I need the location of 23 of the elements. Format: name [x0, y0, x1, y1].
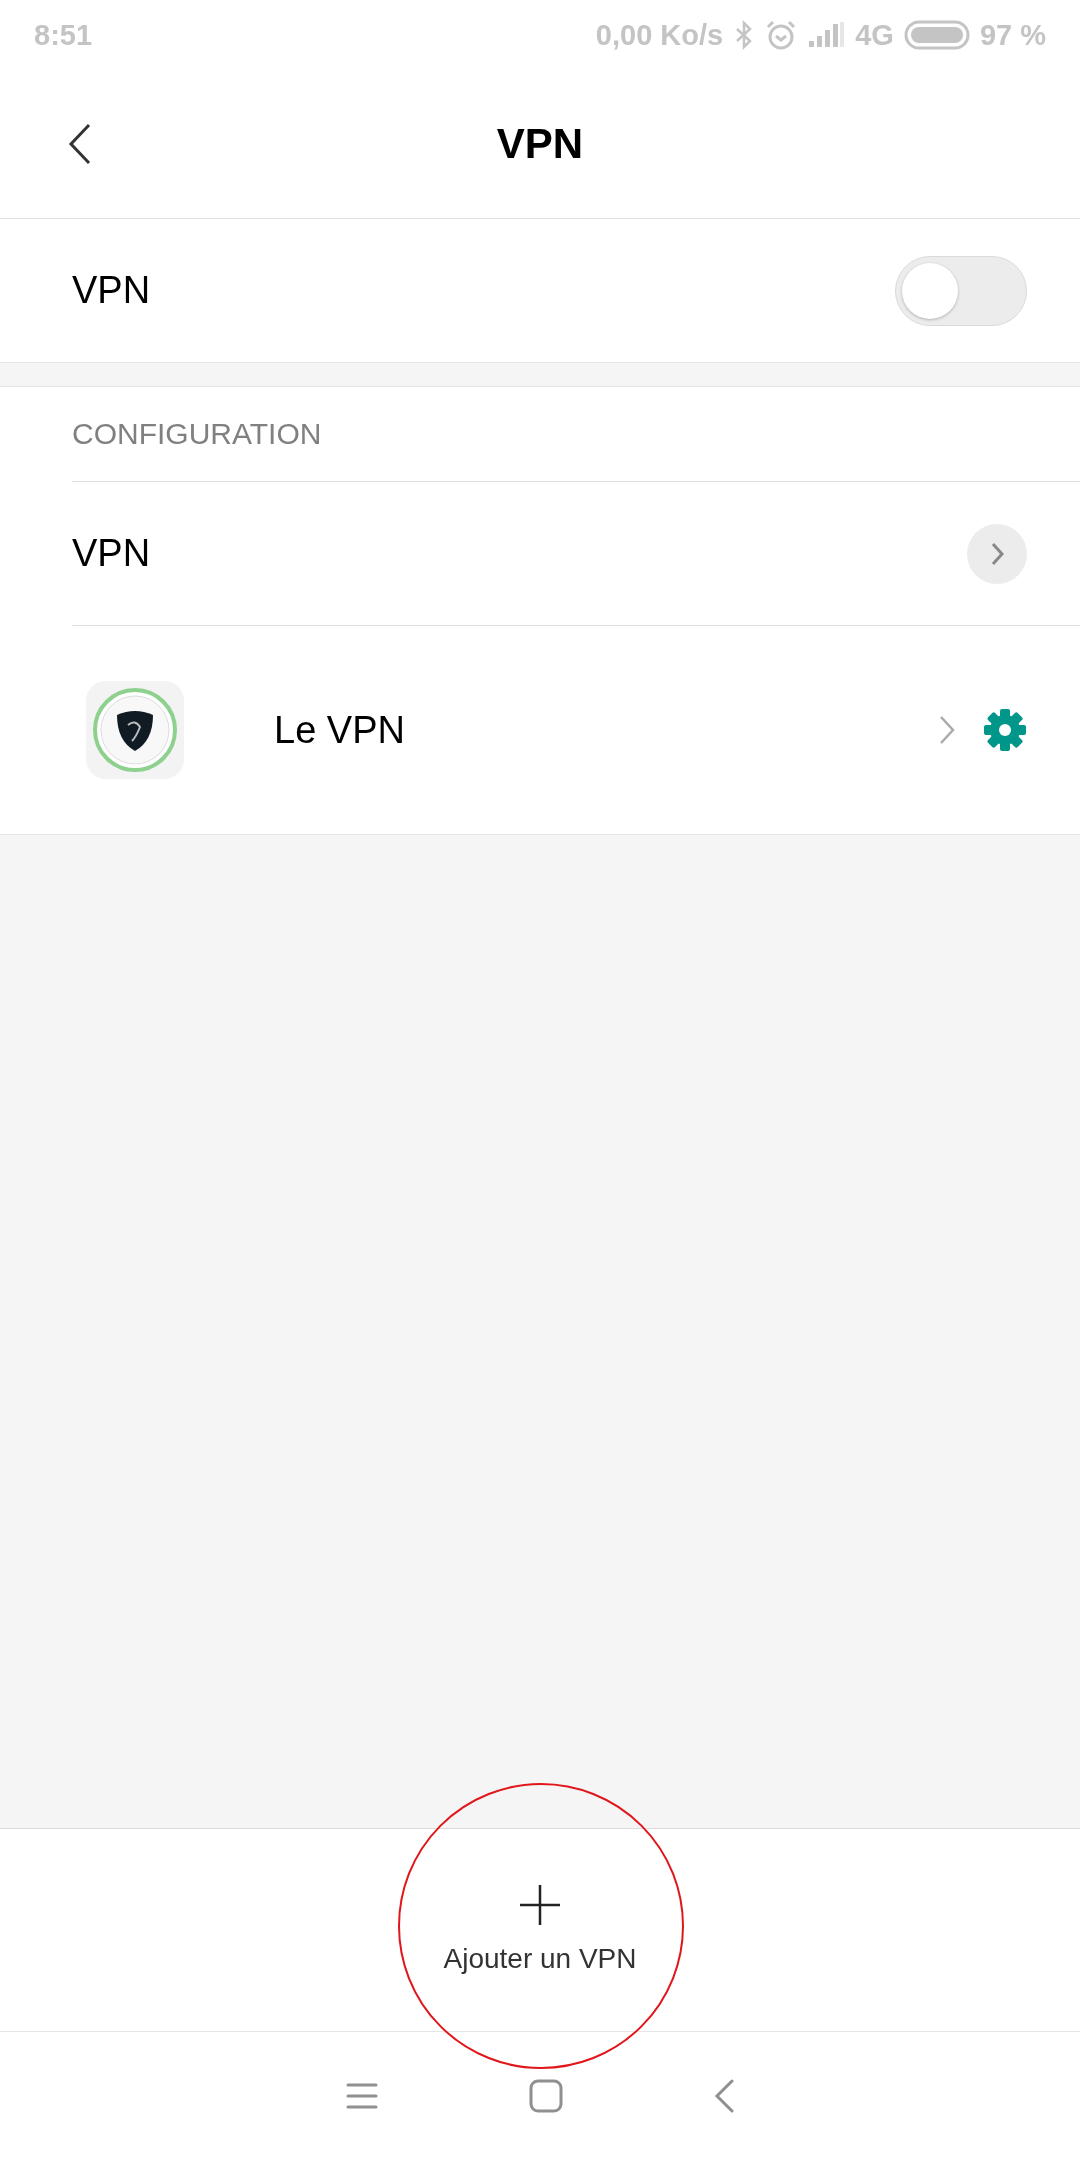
- status-time: 8:51: [34, 18, 93, 52]
- section-header: CONFIGURATION: [72, 417, 322, 451]
- list-item[interactable]: Le VPN: [0, 626, 1080, 835]
- settings-icon[interactable]: [983, 708, 1027, 752]
- item-label: Le VPN: [274, 708, 406, 752]
- list-item[interactable]: VPN: [72, 482, 1080, 626]
- chevron-icon: [939, 715, 955, 745]
- page-title: VPN: [496, 120, 584, 168]
- back-icon[interactable]: [714, 2079, 735, 2113]
- alarm-icon: [765, 19, 798, 51]
- setting-label: VPN: [72, 269, 151, 312]
- plus-icon: [520, 1885, 560, 1925]
- network-speed: 0,00 Ko/s: [595, 18, 724, 52]
- chevron-icon: [967, 523, 1027, 584]
- battery-icon: [903, 20, 970, 50]
- app-icon: [86, 681, 184, 779]
- signal-icon: [807, 21, 846, 49]
- menu-icon[interactable]: [345, 2082, 378, 2110]
- add-vpn-button[interactable]: Ajouter un VPN: [437, 1879, 643, 1981]
- home-icon[interactable]: [529, 2079, 563, 2113]
- item-label: VPN: [72, 532, 151, 575]
- battery-level: 97 %: [979, 18, 1046, 52]
- network-type: 4G: [855, 18, 894, 52]
